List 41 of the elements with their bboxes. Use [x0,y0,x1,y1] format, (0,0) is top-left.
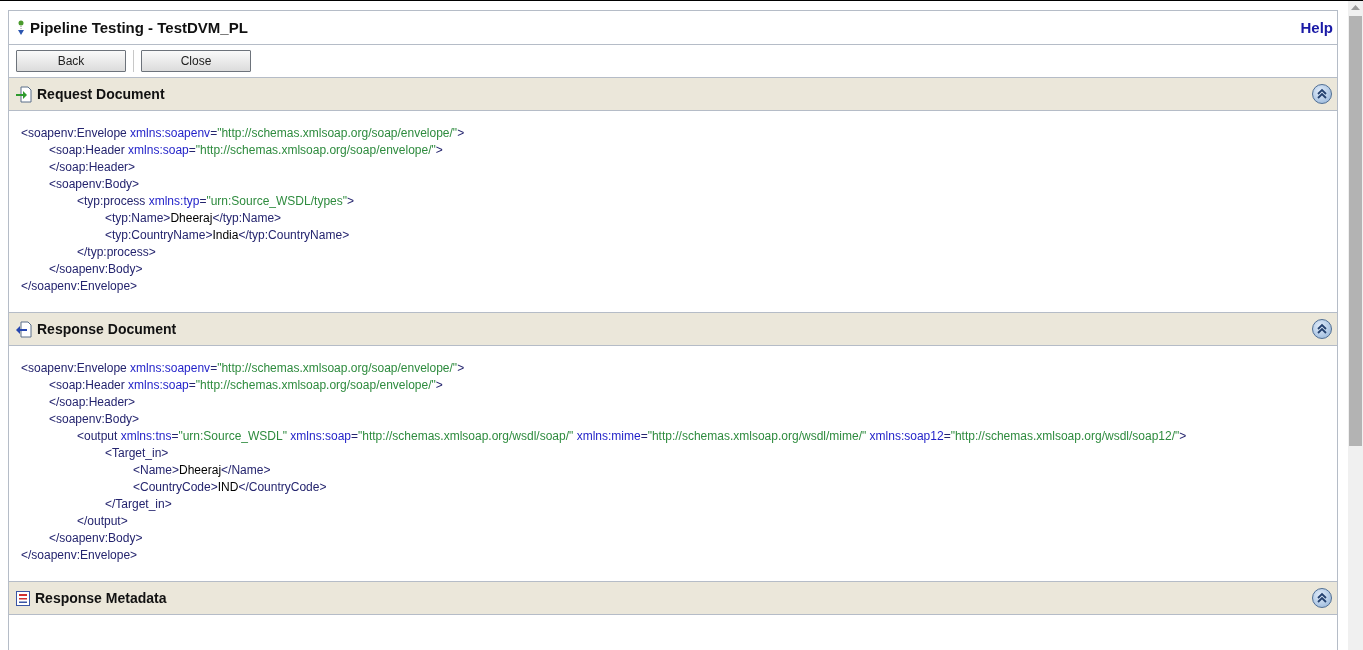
page-title: Pipeline Testing - TestDVM_PL [30,19,249,36]
collapse-button[interactable] [1312,319,1332,339]
help-link[interactable]: Help [1300,19,1333,36]
scrollbar[interactable] [1348,1,1363,650]
xml-line: <CountryCode>IND</CountryCode> [132,479,327,496]
xml-line: <soapenv:Envelope xmlns:soapenv="http://schemas.xmlsoap.org/soap/envelope/"> [21,125,465,142]
xml-line: <soapenv:Envelope xmlns:soapenv="http://schemas.xmlsoap.org/soap/envelope/"> [21,360,465,377]
section-title: Request Document [37,86,166,102]
document-arrow-out-icon [15,320,33,338]
pipeline-icon [17,19,25,36]
xml-line: </soap:Header> [48,159,136,176]
chevrons-up-icon [1316,323,1328,335]
xml-line: <output xmlns:tns="urn:Source_WSDL" xmlns:soap="http://schemas.xmlsoap.org/wsdl/soap/" xmlns:mime="http://schemas.xmlsoap.org/wsdl/mime/" xmlns:soap12="http://schemas.xmlsoap.org/wsdl/soap12/"> [76,428,1187,445]
xml-line: </soapenv:Body> [48,530,143,547]
xml-line: </soapenv:Body> [48,261,143,278]
back-button[interactable]: Back [16,50,126,72]
xml-line: <typ:CountryName>India</typ:CountryName> [104,227,350,244]
xml-line: <typ:process xmlns:typ="urn:Source_WSDL/types"> [76,193,354,210]
scroll-thumb[interactable] [1349,16,1362,446]
chevrons-up-icon [1316,592,1328,604]
close-button[interactable]: Close [141,50,251,72]
xml-line: <soap:Header xmlns:soap="http://schemas.xmlsoap.org/soap/envelope/"> [48,377,443,394]
xml-line: <soapenv:Body> [48,176,140,193]
xml-line: </soapenv:Envelope> [21,547,138,564]
xml-line: </soap:Header> [48,394,136,411]
chevrons-up-icon [1316,88,1328,100]
xml-line: </output> [76,513,128,530]
xml-line: <Target_in> [104,445,169,462]
collapse-button[interactable] [1312,84,1332,104]
section-title: Response Metadata [35,590,168,606]
xml-line: </soapenv:Envelope> [21,278,138,295]
collapse-button[interactable] [1312,588,1332,608]
xml-line: </typ:process> [76,244,156,261]
xml-line: <Name>Dheeraj</Name> [132,462,271,479]
xml-line: </Target_in> [104,496,172,513]
xml-line: <soap:Header xmlns:soap="http://schemas.xmlsoap.org/soap/envelope/"> [48,142,443,159]
xml-line: <soapenv:Body> [48,411,140,428]
document-list-icon [15,589,31,607]
xml-line: <typ:Name>Dheeraj</typ:Name> [104,210,282,227]
document-arrow-in-icon [15,85,33,103]
section-title: Response Document [37,321,178,337]
